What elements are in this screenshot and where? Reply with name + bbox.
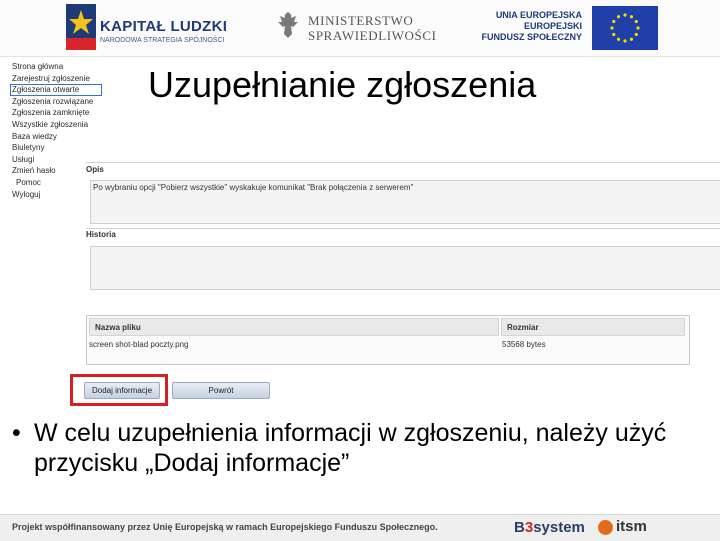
left-nav-menu: Strona główna Zarejestruj zgłoszenie Zgł… xyxy=(10,61,102,200)
eu-star xyxy=(616,15,621,19)
itsm-logo: itsm xyxy=(598,518,650,538)
eu-star xyxy=(616,37,621,41)
kapital-ludzki-emblem-icon xyxy=(66,4,96,50)
nav-item-services[interactable]: Usługi xyxy=(10,154,102,166)
attachment-size: 53568 bytes xyxy=(502,340,546,349)
nav-item-closed-tickets[interactable]: Zgłoszenia zamknięte xyxy=(10,107,102,119)
attachments-table: Nazwa pliku Rozmiar screen shot-blad poc… xyxy=(86,315,690,365)
nav-item-logout[interactable]: Wyloguj xyxy=(10,189,102,201)
instruction-text: W celu uzupełnienia informacji w zgłosze… xyxy=(34,419,667,477)
slide-title: Uzupełnianie zgłoszenia xyxy=(148,64,537,105)
header-bar: KAPITAŁ LUDZKI NARODOWA STRATEGIA SPÓJNO… xyxy=(0,0,720,57)
itsm-text: itsm xyxy=(616,518,647,535)
nav-item-resolved-tickets[interactable]: Zgłoszenia rozwiązane xyxy=(10,96,102,108)
eu-line2: EUROPEJSKI xyxy=(523,21,582,31)
b3-three: 3 xyxy=(524,519,534,536)
historia-label: Historia xyxy=(86,230,116,239)
footer-funding-text: Projekt współfinansowany przez Unię Euro… xyxy=(12,522,438,532)
opis-textarea[interactable]: Po wybraniu opcji "Pobierz wszystkie" wy… xyxy=(90,180,720,224)
nav-item-all-tickets[interactable]: Wszystkie zgłoszenia xyxy=(10,119,102,131)
nav-item-register[interactable]: Zarejestruj zgłoszenie xyxy=(10,73,102,85)
nav-item-help[interactable]: Pomoc xyxy=(10,177,102,189)
back-button[interactable]: Powrót xyxy=(172,382,270,399)
eu-star xyxy=(634,19,638,24)
eu-star xyxy=(629,37,634,41)
eu-star xyxy=(612,19,616,24)
eu-star xyxy=(629,15,634,19)
kapital-ludzki-title: KAPITAŁ LUDZKI xyxy=(100,18,228,35)
b3-prefix: B xyxy=(514,519,525,536)
attachment-filename-link[interactable]: screen shot-blad poczty.png xyxy=(89,340,188,349)
eu-star xyxy=(623,13,627,17)
eu-star xyxy=(634,32,638,37)
eu-star xyxy=(636,26,640,30)
ministry-name-line2: SPRAWIEDLIWOŚCI xyxy=(308,28,437,43)
b3system-logo: B3system xyxy=(514,519,585,536)
eu-star xyxy=(612,32,616,37)
opis-separator xyxy=(86,162,720,163)
column-header-size: Rozmiar xyxy=(501,318,685,336)
column-header-filename: Nazwa pliku xyxy=(89,318,499,336)
ministry-logo: MINISTERSTWO SPRAWIEDLIWOŚCI xyxy=(276,10,436,46)
kapital-ludzki-subtitle: NARODOWA STRATEGIA SPÓJNOŚCI xyxy=(100,37,225,44)
bullet-dot-icon: • xyxy=(12,419,21,447)
eu-star xyxy=(623,39,627,43)
eagle-emblem-icon xyxy=(278,12,298,38)
nav-item-bulletins[interactable]: Biuletyny xyxy=(10,142,102,154)
eu-line3: FUNDUSZ SPOŁECZNY xyxy=(481,32,582,42)
opis-text: Po wybraniu opcji "Pobierz wszystkie" wy… xyxy=(93,183,414,192)
b3-suffix: system xyxy=(533,519,585,536)
nav-item-knowledge-base[interactable]: Baza wiedzy xyxy=(10,131,102,143)
eu-flag-icon xyxy=(592,6,658,50)
opis-label: Opis xyxy=(86,165,104,174)
ministry-name-line1: MINISTERSTWO xyxy=(308,13,414,28)
nav-item-open-tickets[interactable]: Zgłoszenia otwarte xyxy=(10,84,102,96)
footer-bar: Projekt współfinansowany przez Unię Euro… xyxy=(0,514,720,541)
eu-line1: UNIA EUROPEJSKA xyxy=(495,10,582,20)
eu-text: UNIA EUROPEJSKA EUROPEJSKI FUNDUSZ SPOŁE… xyxy=(481,10,582,43)
itsm-circle-icon xyxy=(598,520,613,535)
historia-separator xyxy=(86,228,720,229)
add-info-button[interactable]: Dodaj informacje xyxy=(84,382,160,399)
eu-star xyxy=(610,26,614,30)
eu-logo: UNIA EUROPEJSKA EUROPEJSKI FUNDUSZ SPOŁE… xyxy=(481,4,658,52)
nav-item-home[interactable]: Strona główna xyxy=(10,61,102,73)
historia-box xyxy=(90,246,720,290)
kapital-ludzki-logo: KAPITAŁ LUDZKI NARODOWA STRATEGIA SPÓJNO… xyxy=(66,4,266,50)
